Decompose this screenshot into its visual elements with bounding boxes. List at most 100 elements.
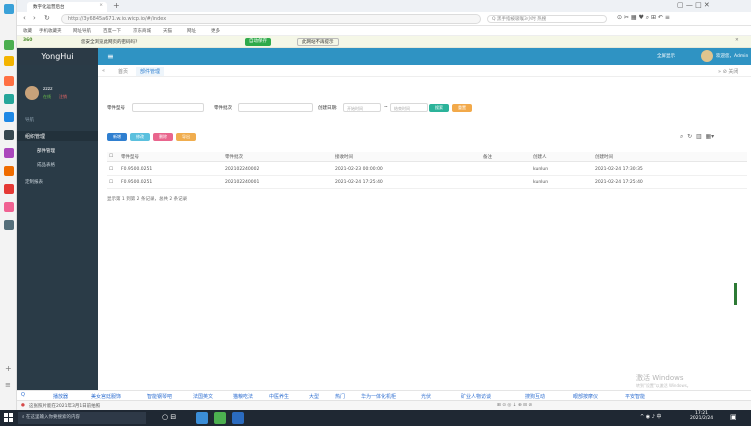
tray-icons[interactable]: ^ ◉ ♪ 中: [640, 413, 662, 420]
bottom-link[interactable]: 法国英文: [193, 393, 213, 400]
bookmark-item[interactable]: 网址: [187, 28, 196, 34]
bookmark-item[interactable]: 收藏: [23, 28, 32, 34]
add-button[interactable]: 新增: [107, 133, 127, 141]
app-icon-11[interactable]: [4, 220, 14, 230]
menu-icon[interactable]: ≡: [5, 381, 11, 389]
col-header[interactable]: 零件型号: [121, 154, 139, 160]
date-from-input[interactable]: 开始时间: [343, 103, 381, 112]
url-input[interactable]: http://3y6845a671.w.io.wicp.io/#/index: [61, 14, 481, 24]
app-icon-4[interactable]: [4, 94, 14, 104]
row-checkbox[interactable]: ☐: [109, 167, 113, 172]
taskbar-app-360[interactable]: [214, 412, 226, 424]
app-header: YongHui ≡ 全屏显示 欢迎您，Admin: [17, 48, 751, 65]
app-icon-6[interactable]: [4, 130, 14, 140]
reload-icon[interactable]: ↻: [44, 14, 50, 22]
notice-save-button[interactable]: 自动保存: [245, 38, 271, 46]
sidebar-item-products[interactable]: 成品表格: [37, 162, 55, 168]
bottom-link[interactable]: 猫粮吃法: [233, 393, 253, 400]
table-row[interactable]: ☐ F0.9500.0251 202102240001 2021-02-24 1…: [107, 178, 747, 189]
header-username[interactable]: 欢迎您，Admin: [716, 53, 748, 59]
delete-button[interactable]: 删除: [153, 133, 173, 141]
table-tool-icons[interactable]: ⌕ ↻ ▥ ▦▾: [680, 133, 714, 141]
notice-close-icon[interactable]: ✕: [735, 38, 739, 43]
row-checkbox[interactable]: ☐: [109, 180, 113, 185]
app-icon-2[interactable]: [4, 56, 14, 66]
taskbar-app-explorer[interactable]: [232, 412, 244, 424]
forward-icon[interactable]: ›: [33, 14, 36, 22]
task-view-icon[interactable]: ○ ⊟: [162, 413, 176, 421]
tabs-close-icon[interactable]: » ⊘ 关闭: [718, 68, 738, 75]
windows-start-icon[interactable]: [4, 413, 13, 422]
clock[interactable]: 17:21 2021/2/24: [690, 411, 713, 421]
bookmark-item[interactable]: 天猫: [163, 28, 172, 34]
filter-input-model[interactable]: [132, 103, 204, 112]
bookmark-item[interactable]: 网址导航: [73, 28, 91, 34]
notification-icon[interactable]: ▣: [730, 413, 737, 421]
app-icon-7[interactable]: [4, 148, 14, 158]
browser-tab[interactable]: 数字化运营后台 ×: [27, 2, 107, 12]
header-avatar[interactable]: [701, 50, 713, 62]
table-row[interactable]: ☐ F0.9500.0251 202102240002 2021-02-23 0…: [107, 165, 747, 176]
status-tools[interactable]: ⊞ ⊙ ◎ ↓ ⊕ ⊟ ⊘: [497, 403, 532, 408]
bottom-link[interactable]: 眼部按摩仪: [573, 393, 598, 400]
add-icon[interactable]: +: [5, 364, 12, 373]
sidebar-group-org[interactable]: 组织管理: [17, 131, 98, 141]
edit-button[interactable]: 修改: [130, 133, 150, 141]
bottom-link[interactable]: 美女宫廷服饰: [91, 393, 121, 400]
logout-link[interactable]: 注销: [59, 94, 67, 100]
app-icon-8[interactable]: [4, 166, 14, 176]
app-icon-1[interactable]: [4, 40, 14, 50]
col-header[interactable]: 创建人: [533, 154, 547, 160]
col-header[interactable]: 备注: [483, 154, 492, 160]
browser-q-icon[interactable]: Q: [21, 392, 25, 398]
back-icon[interactable]: ‹: [23, 14, 26, 22]
date-separator: ~: [384, 105, 388, 110]
avatar: [25, 86, 39, 100]
window-controls[interactable]: ▢ — □ ✕: [677, 1, 710, 9]
taskbar-search-input[interactable]: ⌕ 在这里输入你要搜索的内容: [18, 412, 146, 424]
bottom-link[interactable]: 搜狗互动: [525, 393, 545, 400]
app-icon-9[interactable]: [4, 184, 14, 194]
bottom-link[interactable]: 热门: [335, 393, 345, 400]
bottom-link[interactable]: 矿业人物访谈: [461, 393, 491, 400]
app-icon-10[interactable]: [4, 202, 14, 212]
tabs-scroll-left-icon[interactable]: «: [102, 68, 105, 74]
col-header[interactable]: 接收时间: [335, 154, 353, 160]
filter-input-batch[interactable]: [238, 103, 313, 112]
search-button[interactable]: 搜索: [429, 104, 449, 112]
col-header[interactable]: 创建时间: [595, 154, 613, 160]
tab-close-icon[interactable]: ×: [99, 3, 103, 8]
bookmark-item[interactable]: 手机收藏夹: [39, 28, 62, 34]
new-tab-button[interactable]: +: [113, 1, 120, 10]
reset-button[interactable]: 重置: [452, 104, 472, 112]
search-box[interactable]: Q 黑手指被吸喉3小时 热搜: [487, 15, 607, 23]
bookmark-item[interactable]: 更多: [211, 28, 220, 34]
bottom-link[interactable]: 中医养生: [269, 393, 289, 400]
url-text: http://3y6845a671.w.io.wicp.io/#/index: [68, 16, 167, 22]
taskbar-app-browser[interactable]: [196, 412, 208, 424]
select-all-checkbox[interactable]: ☐: [109, 154, 113, 159]
bookmark-item[interactable]: 京东商城: [133, 28, 151, 34]
notice-dismiss-button[interactable]: 此网站不再提示: [297, 38, 339, 46]
bottom-link[interactable]: 光伏: [421, 393, 431, 400]
sidebar-item-reports[interactable]: 定制报表: [25, 179, 43, 185]
tab-home[interactable]: 首页: [118, 68, 128, 75]
col-header[interactable]: 零件批次: [225, 154, 243, 160]
bottom-link[interactable]: 播放器: [53, 393, 68, 400]
bottom-link[interactable]: 大型: [309, 393, 319, 400]
app-icon-3[interactable]: [4, 76, 14, 86]
bookmark-item[interactable]: 百度一下: [103, 28, 121, 34]
sidebar-item-parts[interactable]: 部件管理: [37, 148, 55, 154]
browser-logo-icon[interactable]: [4, 4, 14, 14]
date-to-input[interactable]: 结束时间: [390, 103, 428, 112]
fullscreen-button[interactable]: 全屏显示: [657, 53, 675, 59]
bottom-link[interactable]: 华为一体化机柜: [361, 393, 396, 400]
scrollbar-thumb[interactable]: [734, 283, 737, 305]
toolbar-icons[interactable]: ⊙ ✂ ▦ ♥ ⌕ ⊞ ↶ ≡: [617, 14, 670, 22]
export-button[interactable]: 导出: [176, 133, 196, 141]
hamburger-icon[interactable]: ≡: [107, 52, 114, 61]
tab-parts[interactable]: 部件管理: [136, 67, 165, 76]
bottom-link[interactable]: 智能钢琴吧: [147, 393, 172, 400]
app-icon-5[interactable]: [4, 112, 14, 122]
bottom-link[interactable]: 平安智能: [625, 393, 645, 400]
